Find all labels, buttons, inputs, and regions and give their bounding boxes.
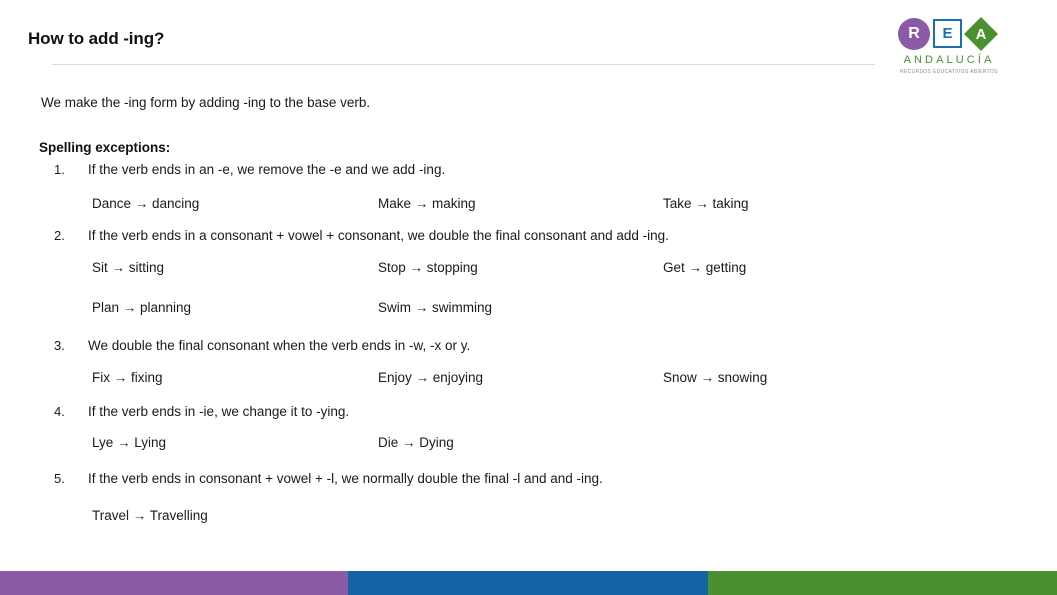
logo-diamond-a-icon: A xyxy=(964,17,998,51)
example-row: Lye → Lying Die → Dying xyxy=(0,435,1057,453)
verb-example: Fix → fixing xyxy=(92,370,163,385)
rea-andalucia-logo: R E A ANDALUCÍA RECURSOS EDUCATIVOS ABIE… xyxy=(896,16,1002,75)
spelling-exceptions-heading: Spelling exceptions: xyxy=(39,140,171,155)
logo-diamond-letter: A xyxy=(975,25,987,43)
title-divider xyxy=(52,64,875,65)
verb-example: Get → getting xyxy=(663,260,747,275)
blue-band xyxy=(348,571,708,595)
verb-example: Enjoy → enjoying xyxy=(378,370,484,385)
rule-text: If the verb ends in a consonant + vowel … xyxy=(88,228,669,243)
green-band xyxy=(708,571,1057,595)
example-row: Travel → Travelling xyxy=(0,508,1057,526)
purple-band xyxy=(0,571,348,595)
rule-number: 5. xyxy=(54,471,65,486)
rule-text: If the verb ends in consonant + vowel + … xyxy=(88,471,603,486)
logo-letter-marks: R E A xyxy=(896,16,1002,52)
rule-number: 3. xyxy=(54,338,65,353)
slide-page: How to add -ing? R E A ANDALUCÍA RECURSO… xyxy=(0,0,1057,595)
verb-example: Swim → swimming xyxy=(378,300,493,315)
rule-text: If the verb ends in -ie, we change it to… xyxy=(88,404,350,419)
example-row: Dance → dancing Make → making Take → takin… xyxy=(0,196,1057,214)
rule-text: If the verb ends in an -e, we remove the… xyxy=(88,162,446,177)
logo-wordmark: ANDALUCÍA xyxy=(903,54,995,66)
verb-example: Die → Dying xyxy=(378,435,454,450)
verb-example: Snow → snowing xyxy=(663,370,768,385)
example-row: Plan → planning Swim → swimming xyxy=(0,300,1057,318)
intro-paragraph: We make the -ing form by adding -ing to … xyxy=(41,95,371,110)
rule-number: 2. xyxy=(54,228,65,243)
example-row: Fix → fixing Enjoy → enjoying Snow → snowi… xyxy=(0,370,1057,388)
example-row: Sit → sitting Stop → stopping Get → gettin… xyxy=(0,260,1057,278)
verb-example: Plan → planning xyxy=(92,300,192,315)
logo-circle-r-icon: R xyxy=(898,18,930,50)
logo-square-e-icon: E xyxy=(933,19,962,48)
page-title: How to add -ing? xyxy=(28,29,165,48)
verb-example: Dance → dancing xyxy=(92,196,200,211)
verb-example: Make → making xyxy=(378,196,476,211)
rule-number: 4. xyxy=(54,404,65,419)
rule-text: We double the final consonant when the v… xyxy=(88,338,471,353)
footer-color-bar xyxy=(0,571,1057,595)
verb-example: Stop → stopping xyxy=(378,260,478,275)
verb-example: Lye → Lying xyxy=(92,435,167,450)
verb-example: Take → taking xyxy=(663,196,749,211)
verb-example: Travel → Travelling xyxy=(92,508,208,523)
logo-tagline: RECURSOS EDUCATIVOS ABIERTOS xyxy=(900,69,998,75)
rule-number: 1. xyxy=(54,162,65,177)
verb-example: Sit → sitting xyxy=(92,260,165,275)
